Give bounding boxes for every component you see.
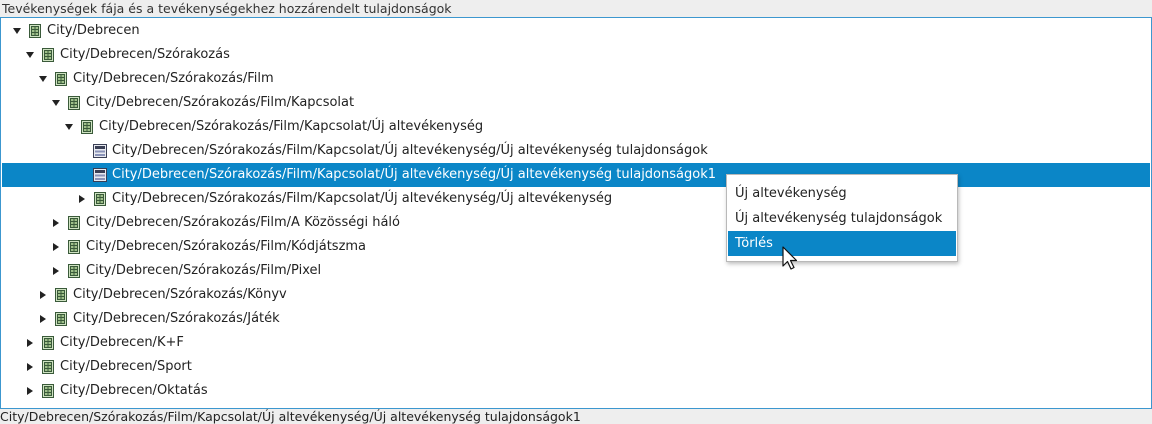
tree-node[interactable]: City/Debrecen/Oktatás xyxy=(2,379,1150,403)
expand-toggle[interactable] xyxy=(51,218,61,228)
tree-node-label: City/Debrecen/Szórakozás/Film/A Közösség… xyxy=(86,215,400,230)
folder-node-icon xyxy=(79,119,95,135)
folder-node-icon xyxy=(66,239,82,255)
tree-node[interactable]: City/Debrecen/Szórakozás/Játék xyxy=(2,307,1150,331)
tree-node[interactable]: City/Debrecen/Szórakozás/Film/Kódjátszma xyxy=(2,235,1150,259)
tree-node-label: City/Debrecen/Szórakozás/Film/Kapcsolat/… xyxy=(112,191,613,206)
expand-toggle[interactable] xyxy=(25,386,35,396)
status-bar: City/Debrecen/Szórakozás/Film/Kapcsolat/… xyxy=(0,409,581,424)
folder-node-icon xyxy=(66,215,82,231)
tree-node-label: City/Debrecen/Szórakozás/Film/Kapcsolat/… xyxy=(112,143,708,158)
expand-toggle[interactable] xyxy=(77,194,87,204)
mouse-pointer-icon xyxy=(782,246,798,270)
tree-node[interactable]: City/Debrecen/Szórakozás/Film xyxy=(2,67,1150,91)
tree-node-label: City/Debrecen/Szórakozás/Film/Pixel xyxy=(86,263,322,278)
context-menu: Új altevékenység Új altevékenység tulajd… xyxy=(726,174,958,262)
tree-node[interactable]: City/Debrecen/Szórakozás/Film/Pixel xyxy=(2,259,1150,283)
menu-item-delete[interactable]: Törlés xyxy=(728,231,956,256)
panel-title: Tevékenységek fája és a tevékenységekhez… xyxy=(2,1,452,16)
tree-node-label: City/Debrecen/Szórakozás/Film xyxy=(73,71,274,86)
menu-item-new-subactivity[interactable]: Új altevékenység xyxy=(728,181,956,206)
expand-toggle[interactable] xyxy=(38,74,48,84)
tree-node-label: City/Debrecen/Szórakozás/Film/Kódjátszma xyxy=(86,239,367,254)
folder-node-icon xyxy=(66,263,82,279)
expand-toggle[interactable] xyxy=(51,98,61,108)
expand-toggle[interactable] xyxy=(25,362,35,372)
folder-node-icon xyxy=(40,335,56,351)
expand-toggle[interactable] xyxy=(51,266,61,276)
tree-node[interactable]: City/Debrecen/Szórakozás/Film/Kapcsolat/… xyxy=(2,139,1150,163)
property-node-icon xyxy=(92,143,108,159)
expand-toggle[interactable] xyxy=(51,242,61,252)
expand-toggle[interactable] xyxy=(25,338,35,348)
tree-node[interactable]: City/Debrecen/Szórakozás/Film/Kapcsolat/… xyxy=(2,187,1150,211)
activity-tree[interactable]: City/Debrecen City/Debrecen/Szórakozás C… xyxy=(0,17,1152,409)
menu-item-new-subactivity-properties[interactable]: Új altevékenység tulajdonságok xyxy=(728,206,956,231)
tree-node-label: City/Debrecen/Sport xyxy=(60,359,192,374)
tree-node-label: City/Debrecen/Szórakozás/Film/Kapcsolat/… xyxy=(99,119,484,134)
tree-node-label: City/Debrecen/Szórakozás/Film/Kapcsolat/… xyxy=(112,167,716,182)
folder-node-icon xyxy=(66,95,82,111)
expand-toggle[interactable] xyxy=(38,290,48,300)
tree-node[interactable]: City/Debrecen/Szórakozás/Film/Kapcsolat xyxy=(2,91,1150,115)
tree-node-label: City/Debrecen/Szórakozás xyxy=(60,47,230,62)
tree-node[interactable]: City/Debrecen/K+F xyxy=(2,331,1150,355)
tree-node[interactable]: City/Debrecen xyxy=(2,19,1150,43)
tree-node[interactable]: City/Debrecen/Sport xyxy=(2,355,1150,379)
folder-node-icon xyxy=(53,71,69,87)
expand-toggle[interactable] xyxy=(38,314,48,324)
folder-node-icon xyxy=(40,383,56,399)
folder-node-icon xyxy=(53,287,69,303)
folder-node-icon xyxy=(40,47,56,63)
tree-node-label: City/Debrecen/Szórakozás/Játék xyxy=(73,311,280,326)
tree-node-label: City/Debrecen xyxy=(47,23,140,38)
tree-node-label: City/Debrecen/Szórakozás/Könyv xyxy=(73,287,287,302)
tree-node-label: City/Debrecen/Oktatás xyxy=(60,383,208,398)
property-node-icon xyxy=(92,167,108,183)
tree-node-label: City/Debrecen/K+F xyxy=(60,335,184,350)
tree-node[interactable]: City/Debrecen/Szórakozás xyxy=(2,43,1150,67)
tree-node[interactable]: City/Debrecen/Szórakozás/Film/Kapcsolat/… xyxy=(2,115,1150,139)
expand-toggle[interactable] xyxy=(64,122,74,132)
tree-node[interactable]: City/Debrecen/Szórakozás/Könyv xyxy=(2,283,1150,307)
folder-node-icon xyxy=(27,23,43,39)
expand-toggle[interactable] xyxy=(12,26,22,36)
tree-node[interactable]: City/Debrecen/Szórakozás/Film/A Közösség… xyxy=(2,211,1150,235)
tree-node-label: City/Debrecen/Szórakozás/Film/Kapcsolat xyxy=(86,95,355,110)
folder-node-icon xyxy=(40,359,56,375)
folder-node-icon xyxy=(53,311,69,327)
expand-toggle[interactable] xyxy=(25,50,35,60)
tree-node-selected[interactable]: City/Debrecen/Szórakozás/Film/Kapcsolat/… xyxy=(2,163,1150,187)
folder-node-icon xyxy=(92,191,108,207)
